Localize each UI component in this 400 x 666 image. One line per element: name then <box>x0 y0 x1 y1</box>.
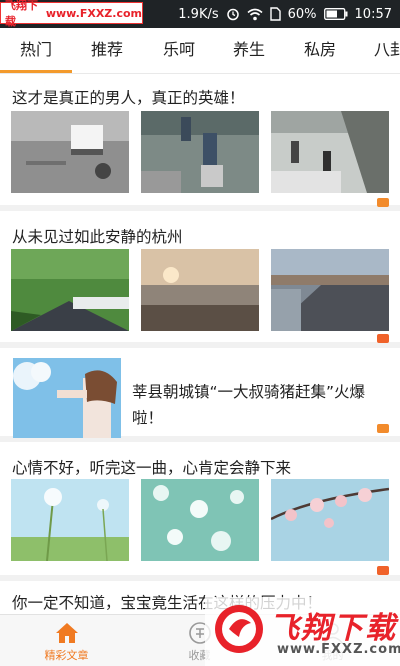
watermark-logo-icon <box>213 603 265 659</box>
article-title: 这才是真正的男人，真正的英雄！ <box>12 89 245 107</box>
watermark-title: 飞翔下载 <box>269 611 397 646</box>
watermark-top: 飞翔下载 www.FXXZ.com <box>0 0 143 28</box>
wifi-icon <box>247 8 263 21</box>
watermark-brand: 飞翔下载 <box>5 0 38 28</box>
article-thumbnail[interactable] <box>271 249 389 331</box>
article-thumbnail[interactable] <box>141 111 259 193</box>
tab-hot[interactable]: 热门 <box>6 28 66 73</box>
sim-icon <box>269 7 281 21</box>
battery-icon <box>323 8 348 20</box>
article-thumbnail[interactable] <box>13 358 121 438</box>
watermark-corner: 飞翔下载 www.FXXZ.com <box>205 597 400 666</box>
clock-time: 10:57 <box>354 6 392 22</box>
article-title: 从未见过如此安静的杭州 <box>12 228 183 246</box>
tab-recommend[interactable]: 推荐 <box>77 28 137 73</box>
article-card[interactable]: 这才是真正的男人，真正的英雄！ <box>0 75 400 211</box>
nav-label: 精彩文章 <box>44 649 89 662</box>
network-speed: 1.9K/s <box>178 6 219 22</box>
tab-private[interactable]: 私房 <box>290 28 350 73</box>
home-icon <box>54 621 80 645</box>
active-tab-underline <box>0 70 72 73</box>
battery-percent: 60% <box>287 6 317 22</box>
alarm-icon <box>226 7 240 21</box>
video-icon <box>377 566 389 575</box>
status-bar: 飞翔下载 www.FXXZ.com 1.9K/s 60% 10:57 <box>0 0 400 28</box>
article-thumbnail[interactable] <box>11 479 129 561</box>
photo-icon <box>377 198 389 207</box>
nav-featured-articles[interactable]: 精彩文章 <box>0 615 133 666</box>
article-thumbnail[interactable] <box>141 249 259 331</box>
category-tab-bar: 热门 推荐 乐呵 养生 私房 八卦 <box>0 28 400 74</box>
tab-health[interactable]: 养生 <box>219 28 279 73</box>
watermark-url: www.FXXZ.com <box>45 6 142 20</box>
watermark-url: www.FXXZ.com <box>277 642 400 657</box>
article-thumbnail[interactable] <box>271 111 389 193</box>
article-thumbnail[interactable] <box>11 111 129 193</box>
tab-gossip[interactable]: 八卦 <box>360 28 400 73</box>
article-card[interactable]: 从未见过如此安静的杭州 <box>0 218 400 348</box>
article-thumbnail[interactable] <box>141 479 259 561</box>
photo-icon <box>377 424 389 433</box>
tab-fun[interactable]: 乐呵 <box>149 28 209 73</box>
article-feed[interactable]: 这才是真正的男人，真正的英雄！ 从未见过如此安静的杭州 莘县朝城镇“一大叔骑猪赶… <box>0 75 400 614</box>
article-card[interactable]: 莘县朝城镇“一大叔骑猪赶集”火爆啦！ <box>0 355 400 442</box>
article-title: 心情不好，听完这一曲，心肯定会静下来 <box>12 459 292 477</box>
article-thumbnail[interactable] <box>271 479 389 561</box>
video-icon <box>377 334 389 343</box>
article-thumbnail[interactable] <box>11 249 129 331</box>
article-card[interactable]: 心情不好，听完这一曲，心肯定会静下来 <box>0 449 400 581</box>
article-title: 莘县朝城镇“一大叔骑猪赶集”火爆啦！ <box>132 383 366 427</box>
